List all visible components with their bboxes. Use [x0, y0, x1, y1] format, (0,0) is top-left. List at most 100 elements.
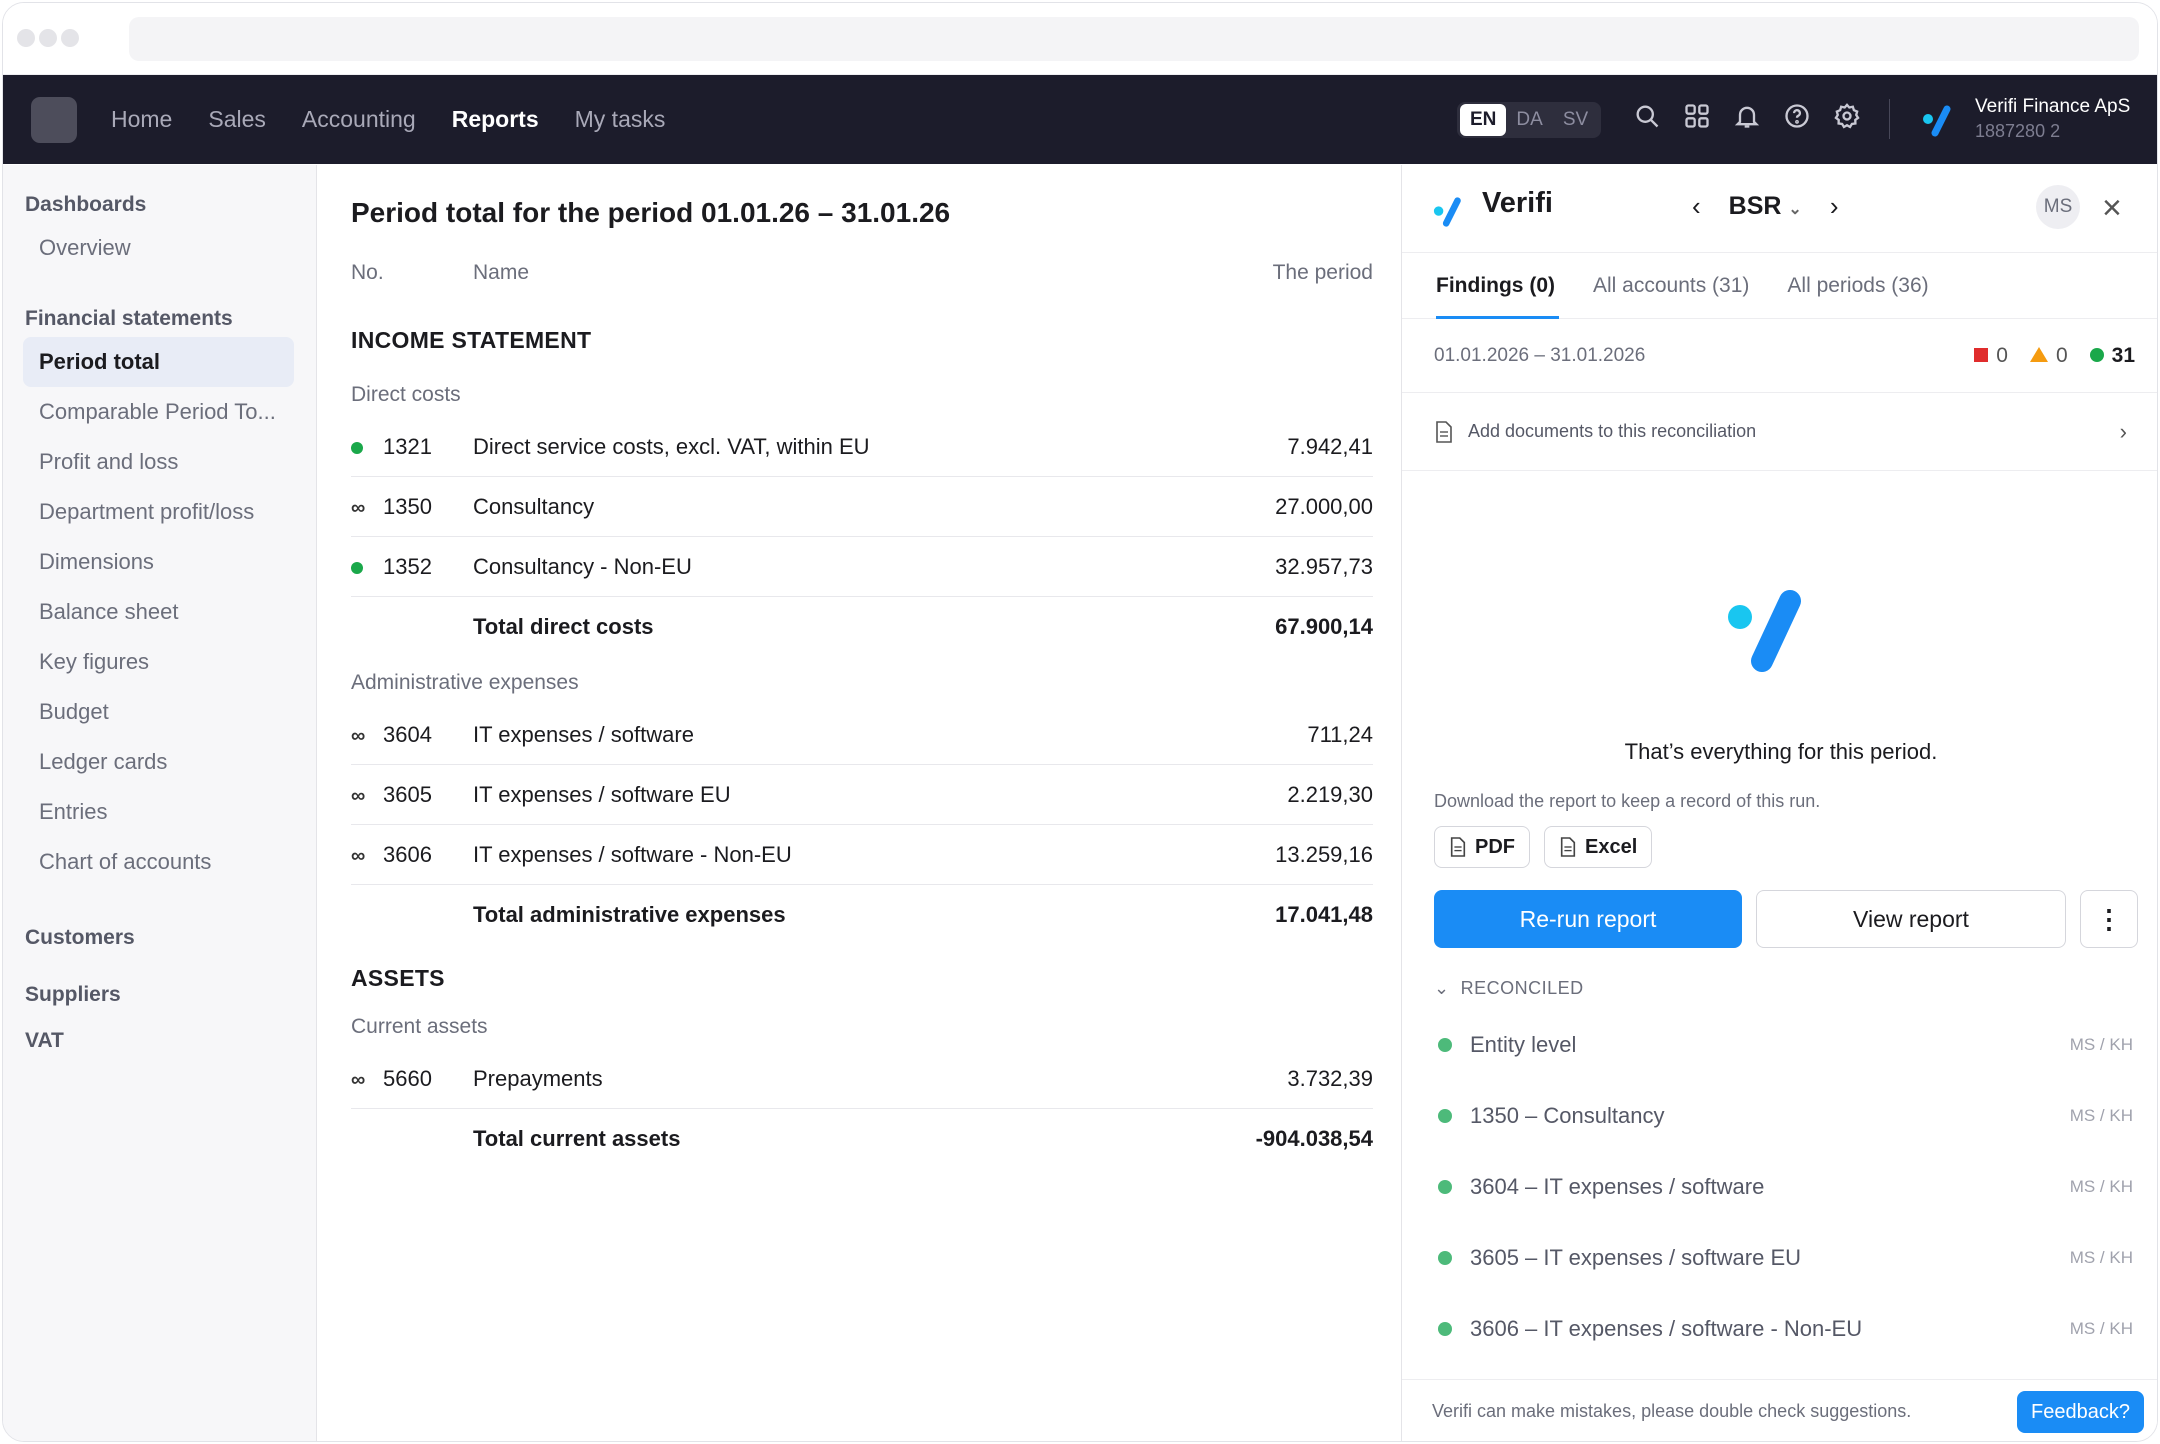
account-number: 1321 — [383, 433, 432, 459]
table-row[interactable]: 1352 Consultancy - Non-EU 32.957,73 — [351, 537, 1373, 597]
chevron-right-icon[interactable]: › — [1830, 191, 1839, 222]
lang-da[interactable]: DA — [1506, 104, 1552, 136]
nav-sales[interactable]: Sales — [208, 106, 266, 133]
gear-icon[interactable] — [1833, 102, 1861, 130]
reviewer-initials: MS / KH — [2069, 1247, 2133, 1267]
download-hint: Download the report to keep a record of … — [1434, 791, 1821, 811]
sidebar-heading-vat[interactable]: VAT — [3, 1029, 316, 1053]
tab-findings[interactable]: Findings (0) — [1436, 274, 1559, 319]
sidebar-item-department-profit-loss[interactable]: Department profit/loss — [23, 487, 294, 537]
error-square-icon — [1974, 347, 1989, 362]
verifi-logo-icon — [1433, 197, 1461, 227]
empty-state-message: That’s everything for this period. — [1624, 739, 1938, 764]
sidebar-item-ledger-cards[interactable]: Ledger cards — [23, 737, 294, 787]
group-administrative-expenses: Administrative expenses — [351, 671, 579, 694]
total-label: Total current assets — [473, 1126, 681, 1151]
reviewer-initials: MS / KH — [2069, 1176, 2133, 1196]
list-item[interactable]: Entity level MS / KH — [1402, 1009, 2157, 1080]
table-row[interactable]: ∞ 3606 IT expenses / software - Non-EU 13.2… — [351, 825, 1373, 885]
sidebar-item-balance-sheet[interactable]: Balance sheet — [23, 587, 294, 637]
window-close-dot[interactable] — [17, 29, 35, 47]
account-name: Consultancy - Non-EU — [473, 553, 692, 579]
company-switcher[interactable]: Verifi Finance ApS 1887280 2 — [1975, 95, 2130, 143]
reconciled-label: RECONCILED — [1460, 978, 1584, 998]
download-excel-button[interactable]: Excel — [1544, 826, 1653, 868]
help-icon[interactable] — [1783, 102, 1811, 130]
list-item[interactable]: 3605 – IT expenses / software EU MS / KH — [1402, 1222, 2157, 1293]
total-label: Total administrative expenses — [473, 902, 786, 927]
rerun-report-button[interactable]: Re-run report — [1434, 890, 1742, 948]
download-pdf-button[interactable]: PDF — [1434, 826, 1530, 868]
tab-all-accounts[interactable]: All accounts (31) — [1593, 274, 1749, 298]
window-minimize-dot[interactable] — [39, 29, 57, 47]
search-icon[interactable] — [1633, 102, 1661, 130]
account-value: 7.942,41 — [1287, 433, 1373, 459]
more-options-icon[interactable]: ⋮ — [2080, 890, 2138, 948]
col-header-period: The period — [1272, 261, 1373, 284]
list-item[interactable]: 1350 – Consultancy MS / KH — [1402, 1080, 2157, 1151]
nav-accounting[interactable]: Accounting — [302, 106, 416, 133]
list-item[interactable]: 3604 – IT expenses / software MS / KH — [1402, 1151, 2157, 1222]
window-maximize-dot[interactable] — [61, 29, 79, 47]
sidebar-item-overview[interactable]: Overview — [23, 223, 294, 273]
sidebar-item-entries[interactable]: Entries — [23, 787, 294, 837]
chevron-left-icon[interactable]: ‹ — [1692, 191, 1701, 222]
sidebar-item-key-figures[interactable]: Key figures — [23, 637, 294, 687]
reconciled-dot-icon — [1438, 1108, 1452, 1123]
status-dot-icon — [351, 434, 383, 460]
document-icon — [1450, 837, 1466, 857]
sidebar-heading-dashboards[interactable]: Dashboards — [3, 187, 316, 223]
add-documents-row[interactable]: Add documents to this reconciliation › — [1402, 393, 2157, 471]
reconciled-item-label: 3604 – IT expenses / software — [1470, 1173, 1765, 1199]
sidebar-item-budget[interactable]: Budget — [23, 687, 294, 737]
sidebar-heading-suppliers[interactable]: Suppliers — [3, 967, 316, 1023]
total-value: -904.038,54 — [1255, 1126, 1373, 1151]
address-bar[interactable] — [129, 17, 2139, 61]
reconciled-item-label: Entity level — [1470, 1031, 1577, 1057]
status-dot-icon — [351, 554, 383, 580]
sidebar-item-dimensions[interactable]: Dimensions — [23, 537, 294, 587]
total-row: Total administrative expenses 17.041,48 — [351, 885, 1373, 945]
account-value: 13.259,16 — [1275, 841, 1373, 867]
list-item[interactable]: 3606 – IT expenses / software - Non-EU MS… — [1402, 1293, 2157, 1364]
group-direct-costs: Direct costs — [351, 383, 461, 406]
sidebar-item-chart-of-accounts[interactable]: Chart of accounts — [23, 837, 294, 887]
reviewer-initials: MS / KH — [2069, 1318, 2133, 1338]
sidebar-heading-customers[interactable]: Customers — [3, 909, 316, 967]
table-row[interactable]: ∞ 5660 Prepayments 3.732,39 — [351, 1049, 1373, 1109]
nav-my-tasks[interactable]: My tasks — [575, 106, 666, 133]
close-icon[interactable]: × — [2102, 189, 2122, 228]
table-row[interactable]: ∞ 3604 IT expenses / software 711,24 — [351, 705, 1373, 765]
sidebar-item-period-total[interactable]: Period total — [23, 337, 294, 387]
avatar[interactable]: MS — [2036, 185, 2080, 229]
view-report-button[interactable]: View report — [1756, 890, 2066, 948]
bell-icon[interactable] — [1733, 102, 1761, 130]
panel-tabs: Findings (0) All accounts (31) All perio… — [1402, 253, 2157, 319]
sidebar-heading-financial-statements[interactable]: Financial statements — [3, 301, 316, 337]
report-selector[interactable]: BSR ⌄ — [1729, 192, 1802, 221]
nav-home[interactable]: Home — [111, 106, 172, 133]
account-number: 3606 — [383, 841, 432, 867]
verifi-panel: Verifi ‹ BSR ⌄ › MS × Findings (0) All a… — [1401, 165, 2157, 1441]
link-loop-icon: ∞ — [351, 844, 366, 867]
account-number: 1352 — [383, 553, 432, 579]
sidebar-item-comparable-period[interactable]: Comparable Period To... — [23, 387, 294, 437]
tab-all-periods[interactable]: All periods (36) — [1787, 274, 1928, 298]
account-name: IT expenses / software - Non-EU — [473, 841, 792, 867]
total-label: Total direct costs — [473, 614, 654, 639]
lang-sv[interactable]: SV — [1553, 104, 1598, 136]
warning-count: 0 — [2029, 344, 2068, 368]
table-row[interactable]: 1321 Direct service costs, excl. VAT, wit… — [351, 417, 1373, 477]
lang-en[interactable]: EN — [1460, 104, 1507, 136]
reconciled-toggle[interactable]: ⌄ RECONCILED — [1402, 978, 2157, 999]
nav-reports[interactable]: Reports — [452, 106, 539, 133]
table-row[interactable]: ∞ 1350 Consultancy 27.000,00 — [351, 477, 1373, 537]
table-row[interactable]: ∞ 3605 IT expenses / software EU 2.219,30 — [351, 765, 1373, 825]
apps-grid-icon[interactable] — [1683, 102, 1711, 130]
account-name: IT expenses / software EU — [473, 781, 731, 807]
period-range: 01.01.2026 – 31.01.2026 — [1434, 344, 1646, 366]
app-logo[interactable] — [31, 97, 77, 143]
feedback-button[interactable]: Feedback? — [2017, 1390, 2144, 1433]
sidebar-item-profit-and-loss[interactable]: Profit and loss — [23, 437, 294, 487]
verifi-logo-icon[interactable] — [1921, 103, 1957, 139]
